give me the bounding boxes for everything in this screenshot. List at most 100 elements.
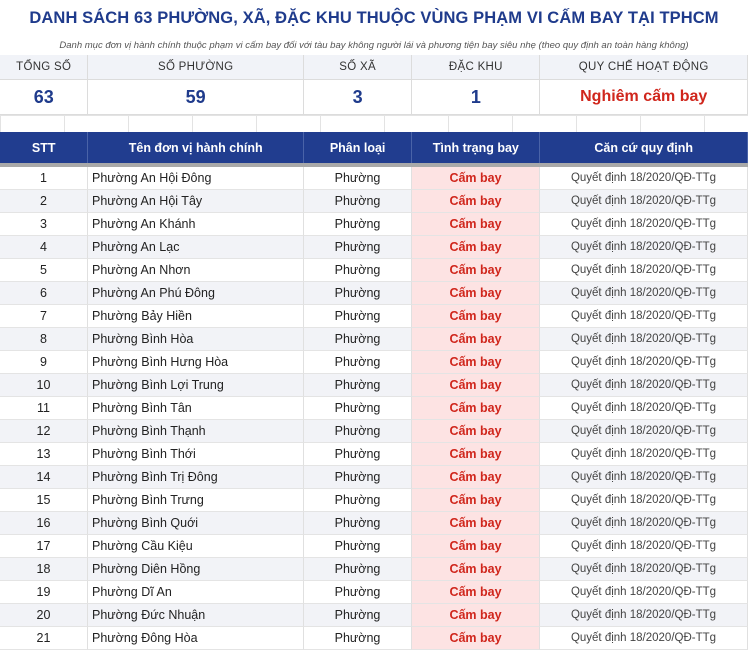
cell-stt[interactable]: 3 xyxy=(0,213,88,236)
cell-basis[interactable]: Quyết định 18/2020/QĐ-TTg xyxy=(540,213,748,236)
cell-status[interactable]: Cấm bay xyxy=(412,351,540,374)
cell-basis[interactable]: Quyết định 18/2020/QĐ-TTg xyxy=(540,328,748,351)
table-row[interactable]: 5 Phường An Nhơn Phường Cấm bay Quyết định 1… xyxy=(0,259,748,282)
table-row[interactable]: 19 Phường Dĩ An Phường Cấm bay Quyết định 18… xyxy=(0,581,748,604)
cell-stt[interactable]: 11 xyxy=(0,397,88,420)
cell-name[interactable]: Phường An Hội Đông xyxy=(88,167,304,190)
cell-stt[interactable]: 15 xyxy=(0,489,88,512)
table-row[interactable]: 2 Phường An Hội Tây Phường Cấm bay Quyết địn… xyxy=(0,190,748,213)
cell-type[interactable]: Phường xyxy=(304,489,412,512)
header-status[interactable]: Tình trạng bay xyxy=(412,132,541,163)
cell-status[interactable]: Cấm bay xyxy=(412,627,540,650)
header-basis[interactable]: Căn cứ quy định xyxy=(540,132,748,163)
table-row[interactable]: 18 Phường Diên Hồng Phường Cấm bay Quyết địn… xyxy=(0,558,748,581)
summary-rule[interactable]: QUY CHẾ HOẠT ĐỘNG Nghiêm cấm bay xyxy=(540,55,748,115)
cell-stt[interactable]: 9 xyxy=(0,351,88,374)
cell-status[interactable]: Cấm bay xyxy=(412,443,540,466)
cell-type[interactable]: Phường xyxy=(304,167,412,190)
cell-stt[interactable]: 13 xyxy=(0,443,88,466)
cell-status[interactable]: Cấm bay xyxy=(412,512,540,535)
cell-name[interactable]: Phường An Phú Đông xyxy=(88,282,304,305)
cell-name[interactable]: Phường Đức Nhuận xyxy=(88,604,304,627)
cell-stt[interactable]: 7 xyxy=(0,305,88,328)
cell-type[interactable]: Phường xyxy=(304,328,412,351)
cell-name[interactable]: Phường Bình Thạnh xyxy=(88,420,304,443)
cell-name[interactable]: Phường An Khánh xyxy=(88,213,304,236)
cell-basis[interactable]: Quyết định 18/2020/QĐ-TTg xyxy=(540,190,748,213)
cell-type[interactable]: Phường xyxy=(304,213,412,236)
summary-total[interactable]: TỔNG SỐ 63 xyxy=(0,55,89,115)
cell-stt[interactable]: 1 xyxy=(0,167,88,190)
cell-stt[interactable]: 4 xyxy=(0,236,88,259)
cell-status[interactable]: Cấm bay xyxy=(412,604,540,627)
cell-name[interactable]: Phường Bình Thới xyxy=(88,443,304,466)
table-row[interactable]: 15 Phường Bình Trưng Phường Cấm bay Quyết đị… xyxy=(0,489,748,512)
cell-type[interactable]: Phường xyxy=(304,558,412,581)
table-row[interactable]: 12 Phường Bình Thạnh Phường Cấm bay Quyết đị… xyxy=(0,420,748,443)
table-row[interactable]: 8 Phường Bình Hòa Phường Cấm bay Quyết định … xyxy=(0,328,748,351)
cell-basis[interactable]: Quyết định 18/2020/QĐ-TTg xyxy=(540,489,748,512)
cell-type[interactable]: Phường xyxy=(304,305,412,328)
cell-status[interactable]: Cấm bay xyxy=(412,167,540,190)
cell-basis[interactable]: Quyết định 18/2020/QĐ-TTg xyxy=(540,512,748,535)
cell-basis[interactable]: Quyết định 18/2020/QĐ-TTg xyxy=(540,167,748,190)
cell-type[interactable]: Phường xyxy=(304,397,412,420)
table-row[interactable]: 10 Phường Bình Lợi Trung Phường Cấm bay Quyế… xyxy=(0,374,748,397)
cell-stt[interactable]: 19 xyxy=(0,581,88,604)
cell-type[interactable]: Phường xyxy=(304,443,412,466)
cell-name[interactable]: Phường Bảy Hiền xyxy=(88,305,304,328)
cell-status[interactable]: Cấm bay xyxy=(412,259,540,282)
table-row[interactable]: 7 Phường Bảy Hiền Phường Cấm bay Quyết định … xyxy=(0,305,748,328)
cell-type[interactable]: Phường xyxy=(304,190,412,213)
cell-basis[interactable]: Quyết định 18/2020/QĐ-TTg xyxy=(540,236,748,259)
table-row[interactable]: 3 Phường An Khánh Phường Cấm bay Quyết định … xyxy=(0,213,748,236)
cell-stt[interactable]: 16 xyxy=(0,512,88,535)
table-row[interactable]: 17 Phường Cầu Kiệu Phường Cấm bay Quyết định… xyxy=(0,535,748,558)
cell-basis[interactable]: Quyết định 18/2020/QĐ-TTg xyxy=(540,604,748,627)
cell-basis[interactable]: Quyết định 18/2020/QĐ-TTg xyxy=(540,397,748,420)
cell-status[interactable]: Cấm bay xyxy=(412,489,540,512)
cell-basis[interactable]: Quyết định 18/2020/QĐ-TTg xyxy=(540,282,748,305)
header-name[interactable]: Tên đơn vị hành chính xyxy=(88,132,304,163)
header-type[interactable]: Phân loại xyxy=(304,132,413,163)
cell-name[interactable]: Phường Bình Trưng xyxy=(88,489,304,512)
table-row[interactable]: 20 Phường Đức Nhuận Phường Cấm bay Quyết địn… xyxy=(0,604,748,627)
cell-basis[interactable]: Quyết định 18/2020/QĐ-TTg xyxy=(540,535,748,558)
cell-name[interactable]: Phường Bình Hòa xyxy=(88,328,304,351)
cell-status[interactable]: Cấm bay xyxy=(412,305,540,328)
cell-status[interactable]: Cấm bay xyxy=(412,282,540,305)
cell-status[interactable]: Cấm bay xyxy=(412,466,540,489)
cell-type[interactable]: Phường xyxy=(304,604,412,627)
cell-name[interactable]: Phường An Lạc xyxy=(88,236,304,259)
cell-type[interactable]: Phường xyxy=(304,236,412,259)
cell-status[interactable]: Cấm bay xyxy=(412,397,540,420)
cell-stt[interactable]: 8 xyxy=(0,328,88,351)
cell-stt[interactable]: 2 xyxy=(0,190,88,213)
cell-name[interactable]: Phường Cầu Kiệu xyxy=(88,535,304,558)
cell-status[interactable]: Cấm bay xyxy=(412,558,540,581)
cell-basis[interactable]: Quyết định 18/2020/QĐ-TTg xyxy=(540,627,748,650)
cell-stt[interactable]: 17 xyxy=(0,535,88,558)
cell-status[interactable]: Cấm bay xyxy=(412,581,540,604)
cell-basis[interactable]: Quyết định 18/2020/QĐ-TTg xyxy=(540,558,748,581)
cell-name[interactable]: Phường Bình Trị Đông xyxy=(88,466,304,489)
cell-basis[interactable]: Quyết định 18/2020/QĐ-TTg xyxy=(540,466,748,489)
cell-name[interactable]: Phường Dĩ An xyxy=(88,581,304,604)
cell-name[interactable]: Phường Diên Hồng xyxy=(88,558,304,581)
cell-basis[interactable]: Quyết định 18/2020/QĐ-TTg xyxy=(540,259,748,282)
cell-status[interactable]: Cấm bay xyxy=(412,374,540,397)
table-row[interactable]: 13 Phường Bình Thới Phường Cấm bay Quyết địn… xyxy=(0,443,748,466)
cell-stt[interactable]: 10 xyxy=(0,374,88,397)
table-row[interactable]: 14 Phường Bình Trị Đông Phường Cấm bay Quyết… xyxy=(0,466,748,489)
cell-stt[interactable]: 5 xyxy=(0,259,88,282)
table-row[interactable]: 21 Phường Đông Hòa Phường Cấm bay Quyết định… xyxy=(0,627,748,650)
cell-type[interactable]: Phường xyxy=(304,466,412,489)
summary-communes[interactable]: SỐ XÃ 3 xyxy=(303,55,413,115)
cell-type[interactable]: Phường xyxy=(304,282,412,305)
cell-status[interactable]: Cấm bay xyxy=(412,213,540,236)
table-row[interactable]: 1 Phường An Hội Đông Phường Cấm bay Quyết đị… xyxy=(0,167,748,190)
cell-type[interactable]: Phường xyxy=(304,535,412,558)
cell-status[interactable]: Cấm bay xyxy=(412,190,540,213)
cell-status[interactable]: Cấm bay xyxy=(412,420,540,443)
summary-special[interactable]: ĐẶC KHU 1 xyxy=(412,55,541,115)
